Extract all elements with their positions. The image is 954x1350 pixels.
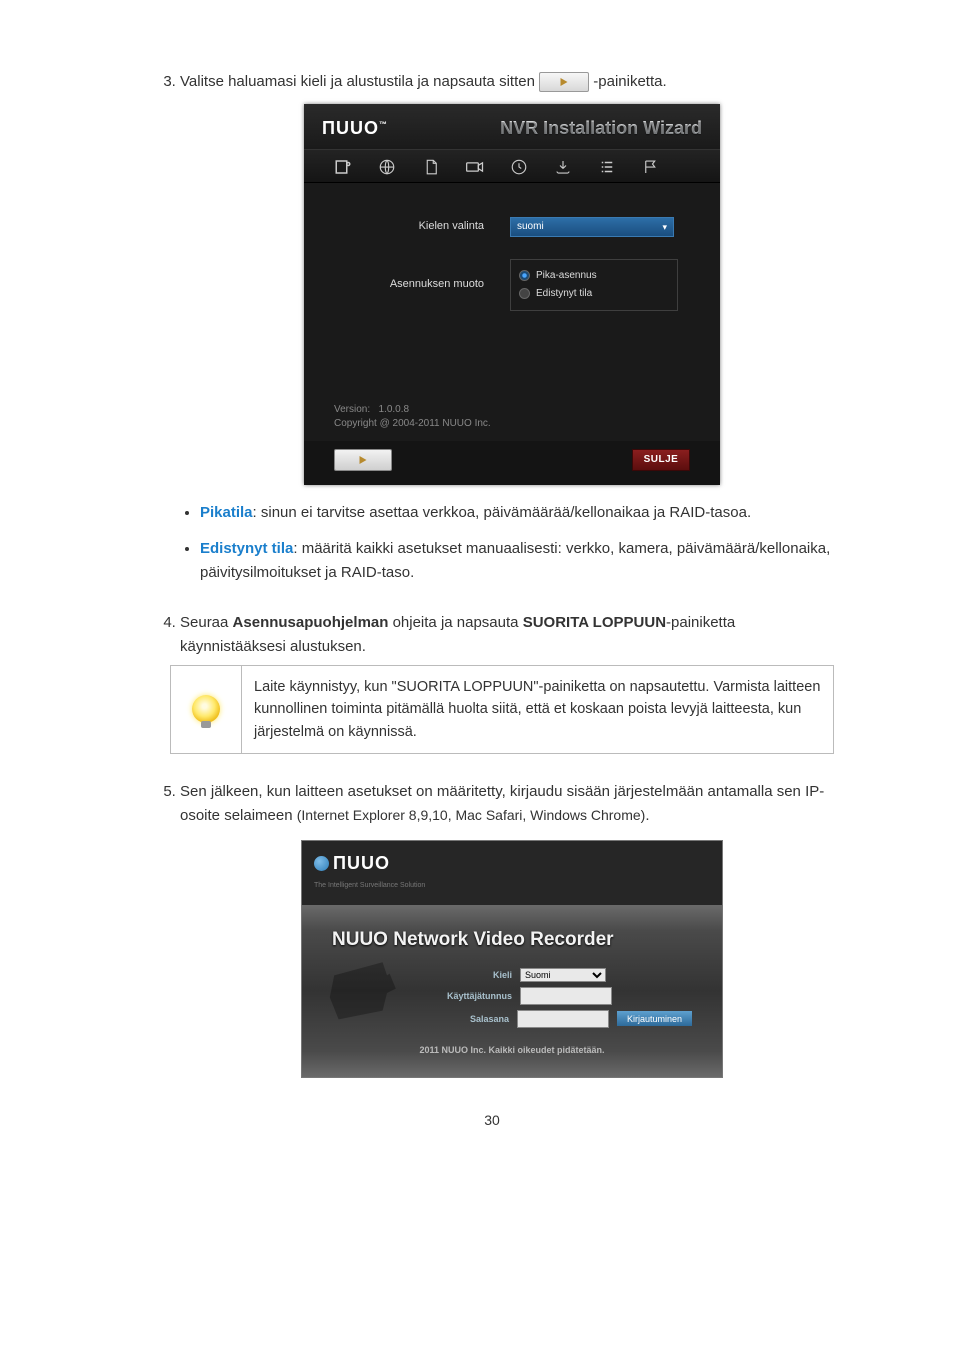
login-pass-label: Salasana <box>442 1012 509 1026</box>
wizard-logo: ΠUUO™ <box>322 114 388 143</box>
login-submit-button[interactable]: Kirjautuminen <box>617 1011 692 1026</box>
login-screenshot: ΠUUO The Intelligent Surveillance Soluti… <box>301 840 723 1078</box>
clock-icon <box>508 156 530 178</box>
login-logo: ΠUUO <box>314 849 710 878</box>
note-text: Laite käynnistyy, kun "SUORITA LOPPUUN"-… <box>242 665 834 753</box>
wizard-next-button[interactable] <box>334 449 392 471</box>
install-mode-group: Pika-asennus Edistynyt tila <box>510 259 678 311</box>
bullet-advanced-mode: Edistynyt tila: määritä kaikki asetukset… <box>200 537 844 585</box>
step-3-text-a: Valitse haluamasi kieli ja alustustila j… <box>180 73 539 90</box>
list-icon <box>596 156 618 178</box>
quick-mode-name: Pikatila <box>200 504 253 521</box>
wizard-title: NVR Installation Wizard <box>500 114 702 143</box>
step-3-text-b: -painiketta. <box>593 73 666 90</box>
login-tagline: The Intelligent Surveillance Solution <box>314 880 710 891</box>
login-lang-select[interactable]: Suomi <box>520 968 606 982</box>
camera-icon <box>464 156 486 178</box>
wizard-close-button[interactable]: SULJE <box>632 449 690 471</box>
bullet-quick-mode: Pikatila: sinun ei tarvitse asettaa verk… <box>200 501 844 525</box>
step-3: Valitse haluamasi kieli ja alustustila j… <box>180 70 844 585</box>
language-select[interactable]: suomi <box>510 217 674 237</box>
radio-advanced-mode[interactable]: Edistynyt tila <box>519 286 669 302</box>
lightbulb-icon <box>171 665 242 753</box>
step-icon-1 <box>332 156 354 178</box>
login-footer: 2011 NUUO Inc. Kaikki oikeudet pidätetää… <box>332 1033 692 1063</box>
login-user-input[interactable] <box>520 987 612 1005</box>
wizard-step-icons <box>304 149 720 183</box>
advanced-mode-name: Edistynyt tila <box>200 540 293 557</box>
language-select-label: Kielen valinta <box>334 218 510 236</box>
next-arrow-button-inline <box>539 72 589 92</box>
globe-icon <box>376 156 398 178</box>
download-icon <box>552 156 574 178</box>
step-4: Seuraa Asennusapuohjelman ohjeita ja nap… <box>180 611 844 754</box>
note-box: Laite käynnistyy, kun "SUORITA LOPPUUN"-… <box>170 665 834 754</box>
camera-silhouette-icon <box>320 949 410 1037</box>
login-pass-input[interactable] <box>517 1010 609 1028</box>
wizard-screenshot: ΠUUO™ NVR Installation Wizard Kielen val… <box>304 104 720 485</box>
page-number: 30 <box>140 1112 844 1128</box>
radio-quick-install[interactable]: Pika-asennus <box>519 268 669 284</box>
login-lang-label: Kieli <box>442 968 512 982</box>
login-globe-icon <box>314 856 329 871</box>
wizard-version-info: Version: 1.0.0.8 Copyright @ 2004-2011 N… <box>304 403 720 441</box>
install-mode-label: Asennuksen muoto <box>334 276 510 294</box>
step-5: Sen jälkeen, kun laitteen asetukset on m… <box>180 780 844 1078</box>
flag-icon <box>640 156 662 178</box>
login-user-label: Käyttäjätunnus <box>442 989 512 1003</box>
document-icon <box>420 156 442 178</box>
